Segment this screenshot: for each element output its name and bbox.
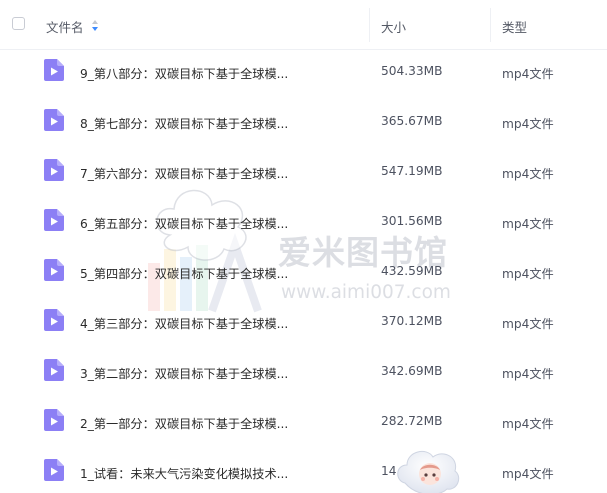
video-file-icon[interactable] (44, 159, 64, 181)
file-row[interactable]: 2_第一部分：双碳目标下基于全球模... 282.72MB mp4文件 (0, 397, 607, 447)
file-name[interactable]: 1_试看：未来大气污染变化模拟技术... (80, 464, 288, 482)
video-file-icon[interactable] (44, 309, 64, 331)
column-header-name[interactable]: 文件名 (46, 17, 84, 36)
file-type: mp4文件 (502, 317, 554, 331)
file-name[interactable]: 8_第七部分：双碳目标下基于全球模... (80, 114, 288, 132)
file-size: 547.19MB (381, 164, 443, 178)
file-size: 365.67MB (381, 114, 443, 128)
file-size: 370.12MB (381, 314, 443, 328)
file-name[interactable]: 6_第五部分：双碳目标下基于全球模... (80, 214, 288, 232)
video-file-icon[interactable] (44, 459, 64, 481)
file-name[interactable]: 5_第四部分：双碳目标下基于全球模... (80, 264, 288, 282)
file-list-panel: 文件名 大小 类型 9_第八部分：双碳目标下基于全球模... 504.33MB mp… (0, 0, 607, 493)
file-name[interactable]: 9_第八部分：双碳目标下基于全球模... (80, 64, 288, 82)
file-list-header: 文件名 大小 类型 (0, 0, 607, 50)
video-file-icon[interactable] (44, 359, 64, 381)
file-row[interactable]: 7_第六部分：双碳目标下基于全球模... 547.19MB mp4文件 (0, 147, 607, 197)
file-size: 432.59MB (381, 264, 443, 278)
file-name[interactable]: 3_第二部分：双碳目标下基于全球模... (80, 364, 288, 382)
video-file-icon[interactable] (44, 109, 64, 131)
video-file-icon[interactable] (44, 409, 64, 431)
file-row[interactable]: 3_第二部分：双碳目标下基于全球模... 342.69MB mp4文件 (0, 347, 607, 397)
file-row[interactable]: 8_第七部分：双碳目标下基于全球模... 365.67MB mp4文件 (0, 97, 607, 147)
file-row[interactable]: 9_第八部分：双碳目标下基于全球模... 504.33MB mp4文件 (0, 47, 607, 97)
video-file-icon[interactable] (44, 259, 64, 281)
file-type: mp4文件 (502, 367, 554, 381)
file-type: mp4文件 (502, 67, 554, 81)
file-size: 504.33MB (381, 64, 443, 78)
file-type: mp4文件 (502, 217, 554, 231)
column-divider[interactable] (490, 8, 491, 42)
column-header-size[interactable]: 大小 (381, 17, 406, 36)
column-divider[interactable] (369, 8, 370, 42)
file-row[interactable]: 5_第四部分：双碳目标下基于全球模... 432.59MB mp4文件 (0, 247, 607, 297)
column-header-type[interactable]: 类型 (502, 17, 527, 36)
file-row[interactable]: 6_第五部分：双碳目标下基于全球模... 301.56MB mp4文件 (0, 197, 607, 247)
file-type: mp4文件 (502, 417, 554, 431)
file-type: mp4文件 (502, 117, 554, 131)
file-name[interactable]: 7_第六部分：双碳目标下基于全球模... (80, 164, 288, 182)
sort-arrows-icon[interactable] (92, 20, 98, 31)
file-type: mp4文件 (502, 467, 554, 481)
file-row[interactable]: 1_试看：未来大气污染变化模拟技术... 14 mp4文件 (0, 447, 607, 493)
select-all-checkbox[interactable] (12, 17, 25, 30)
cloud-mascot-icon[interactable] (393, 443, 463, 493)
video-file-icon[interactable] (44, 59, 64, 81)
file-name[interactable]: 4_第三部分：双碳目标下基于全球模... (80, 314, 288, 332)
file-name[interactable]: 2_第一部分：双碳目标下基于全球模... (80, 414, 288, 432)
file-size: 282.72MB (381, 414, 443, 428)
file-row[interactable]: 4_第三部分：双碳目标下基于全球模... 370.12MB mp4文件 (0, 297, 607, 347)
file-size: 342.69MB (381, 364, 443, 378)
file-size: 301.56MB (381, 214, 443, 228)
video-file-icon[interactable] (44, 209, 64, 231)
file-list: 9_第八部分：双碳目标下基于全球模... 504.33MB mp4文件 8_第七部分：… (0, 47, 607, 493)
file-type: mp4文件 (502, 267, 554, 281)
file-type: mp4文件 (502, 167, 554, 181)
